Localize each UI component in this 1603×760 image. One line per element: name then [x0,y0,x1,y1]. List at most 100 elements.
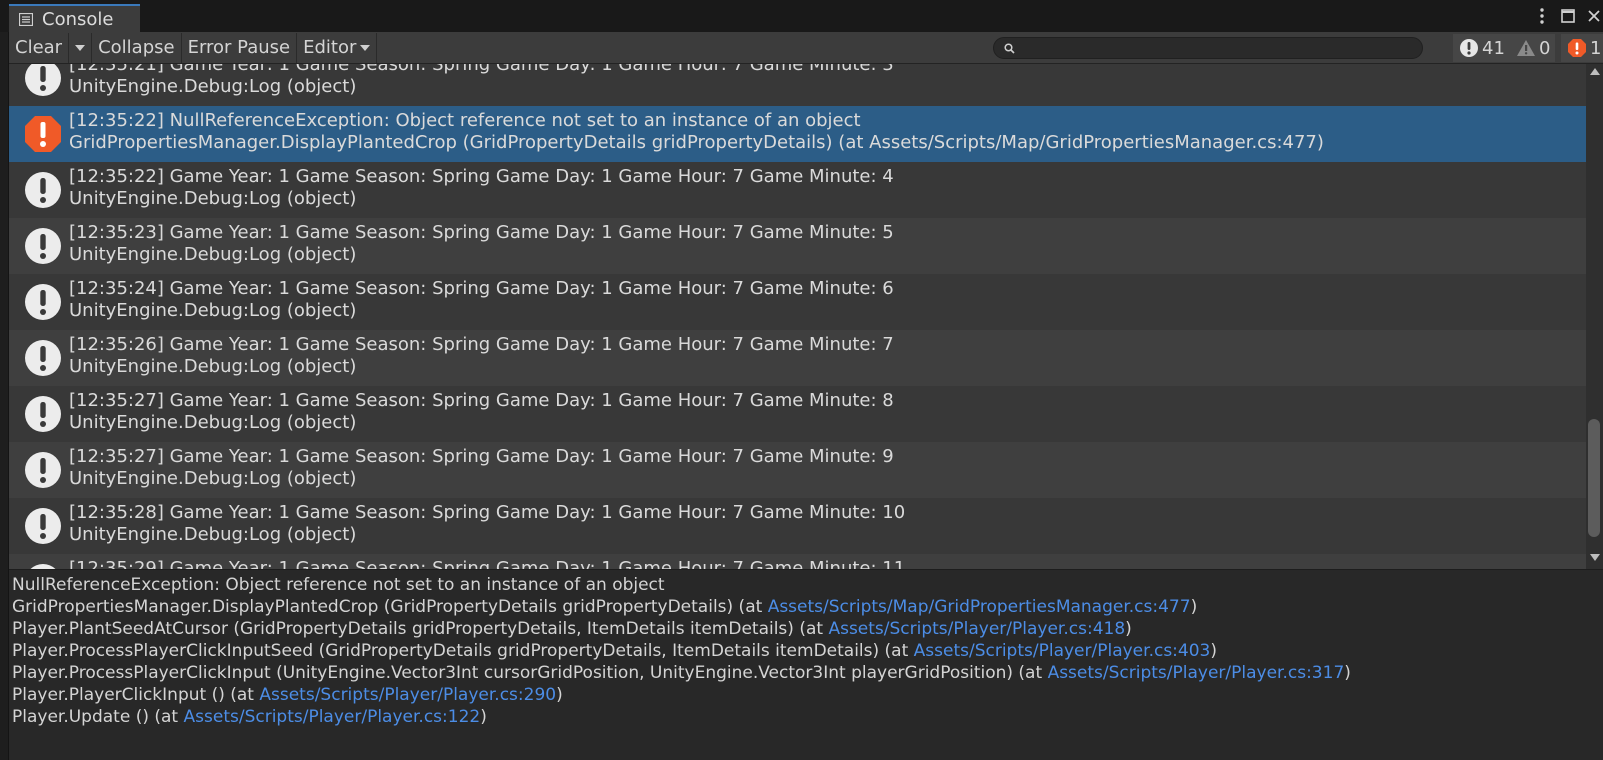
stack-frame: Player.ProcessPlayerClickInput (UnityEng… [12,662,1600,684]
error-count: 1 [1590,37,1602,59]
stack-frame-suffix: ) [1210,641,1217,661]
console-icon [19,12,33,26]
stack-trace: GridPropertiesManager.DisplayPlantedCrop… [12,596,1600,728]
stack-frame: Player.ProcessPlayerClickInputSeed (Grid… [12,640,1600,662]
log-row-error[interactable]: [12:35:22] NullReferenceException: Objec… [9,106,1586,162]
maximize-icon[interactable] [1557,5,1579,27]
collapse-button[interactable]: Collapse [92,32,182,63]
log-source: UnityEngine.Debug:Log (object) [69,412,357,433]
warning-icon [1517,40,1535,56]
close-icon[interactable] [1583,5,1603,27]
stack-frame-link[interactable]: Assets/Scripts/Player/Player.cs:317 [1048,663,1345,683]
log-source: UnityEngine.Debug:Log (object) [69,300,357,321]
stack-frame: Player.PlayerClickInput () (at Assets/Sc… [12,684,1600,706]
search-field[interactable] [993,37,1423,59]
log-list-scrollbar[interactable] [1586,64,1603,569]
log-source: UnityEngine.Debug:Log (object) [69,76,357,97]
scroll-thumb[interactable] [1588,419,1600,537]
log-count-toggle[interactable]: 41 [1453,34,1510,62]
log-message: [12:35:29] Game Year: 1 Game Season: Spr… [69,558,906,569]
error-count-toggle[interactable]: 1 [1561,34,1603,62]
stack-frame-suffix: ) [1344,663,1351,683]
stack-frame-text: Player.ProcessPlayerClickInputSeed (Grid… [12,641,914,661]
log-message: [12:35:21] Game Year: 1 Game Season: Spr… [69,64,894,75]
title-bar: Console [0,0,1603,32]
stack-trace-panel: NullReferenceException: Object reference… [9,569,1603,760]
log-row[interactable]: [12:35:23] Game Year: 1 Game Season: Spr… [9,218,1586,274]
log-message: [12:35:22] NullReferenceException: Objec… [69,110,861,131]
info-icon [25,172,61,208]
kebab-icon[interactable] [1531,5,1553,27]
scroll-down-arrow-icon[interactable] [1590,554,1600,561]
log-row[interactable]: [12:35:21] Game Year: 1 Game Season: Spr… [9,64,1586,106]
tab-title: Console [42,8,114,30]
info-icon [25,452,61,488]
warning-count-toggle[interactable]: 0 [1510,34,1556,62]
search-input[interactable] [1023,40,1413,56]
log-message: [12:35:27] Game Year: 1 Game Season: Spr… [69,390,894,411]
info-icon [25,340,61,376]
stack-frame: Player.Update () (at Assets/Scripts/Play… [12,706,1600,728]
stack-frame-suffix: ) [1190,597,1198,617]
error-icon [1568,39,1586,57]
editor-label: Editor [303,37,357,58]
log-message: [12:35:28] Game Year: 1 Game Season: Spr… [69,502,906,523]
error-icon [25,116,61,152]
console-toolbar: Clear Collapse Error Pause Editor 41 0 1 [9,32,1603,64]
scroll-up-arrow-icon[interactable] [1590,68,1600,75]
log-row[interactable]: [12:35:26] Game Year: 1 Game Season: Spr… [9,330,1586,386]
log-list: [12:35:21] Game Year: 1 Game Season: Spr… [9,64,1586,569]
stack-frame-suffix: ) [556,685,563,705]
stack-frame-link[interactable]: Assets/Scripts/Map/GridPropertiesManager… [768,597,1191,617]
search-icon [1004,42,1015,54]
collapse-label: Collapse [98,37,175,58]
clear-options-dropdown[interactable] [69,32,93,63]
log-source: UnityEngine.Debug:Log (object) [69,524,357,545]
info-icon [25,396,61,432]
editor-dropdown[interactable]: Editor [297,32,378,63]
stack-frame-link[interactable]: Assets/Scripts/Player/Player.cs:418 [828,619,1125,639]
info-icon [25,64,61,96]
log-source: UnityEngine.Debug:Log (object) [69,468,357,489]
info-icon [25,284,61,320]
stack-frame-suffix: ) [1125,619,1132,639]
log-message: [12:35:26] Game Year: 1 Game Season: Spr… [69,334,894,355]
log-count: 41 [1482,37,1505,59]
stack-frame: GridPropertiesManager.DisplayPlantedCrop… [12,596,1600,618]
log-row[interactable]: [12:35:29] Game Year: 1 Game Season: Spr… [9,554,1586,569]
log-message: [12:35:24] Game Year: 1 Game Season: Spr… [69,278,894,299]
info-icon [25,508,61,544]
stack-frame-text: Player.Update () (at [12,707,184,727]
info-icon [25,228,61,264]
log-row[interactable]: [12:35:27] Game Year: 1 Game Season: Spr… [9,442,1586,498]
stack-frame-link[interactable]: Assets/Scripts/Player/Player.cs:122 [184,707,481,727]
stack-frame-suffix: ) [480,707,487,727]
info-icon [1460,39,1478,57]
log-source: UnityEngine.Debug:Log (object) [69,356,357,377]
log-message: [12:35:27] Game Year: 1 Game Season: Spr… [69,446,894,467]
log-row[interactable]: [12:35:24] Game Year: 1 Game Season: Spr… [9,274,1586,330]
log-row[interactable]: [12:35:27] Game Year: 1 Game Season: Spr… [9,386,1586,442]
tab-console[interactable]: Console [9,4,140,32]
log-row[interactable]: [12:35:28] Game Year: 1 Game Season: Spr… [9,498,1586,554]
stack-frame: Player.PlantSeedAtCursor (GridPropertyDe… [12,618,1600,640]
error-pause-label: Error Pause [187,37,291,58]
chevron-down-icon [75,44,86,51]
clear-button[interactable]: Clear [9,32,70,63]
log-message: [12:35:23] Game Year: 1 Game Season: Spr… [69,222,894,243]
stack-frame-link[interactable]: Assets/Scripts/Player/Player.cs:290 [259,685,556,705]
detail-message: NullReferenceException: Object reference… [12,575,665,595]
log-source: UnityEngine.Debug:Log (object) [69,188,357,209]
clear-label: Clear [15,37,63,58]
stack-frame-text: Player.PlayerClickInput () (at [12,685,260,705]
warning-count: 0 [1539,37,1551,59]
left-edge-panel [0,32,9,760]
stack-frame-text: Player.ProcessPlayerClickInput (UnityEng… [12,663,1048,683]
log-source: GridPropertiesManager.DisplayPlantedCrop… [69,132,1324,153]
log-row[interactable]: [12:35:22] Game Year: 1 Game Season: Spr… [9,162,1586,218]
log-source: UnityEngine.Debug:Log (object) [69,244,357,265]
chevron-down-icon [360,44,371,51]
stack-frame-link[interactable]: Assets/Scripts/Player/Player.cs:403 [914,641,1211,661]
stack-frame-text: GridPropertiesManager.DisplayPlantedCrop… [12,597,768,617]
error-pause-button[interactable]: Error Pause [182,32,298,63]
